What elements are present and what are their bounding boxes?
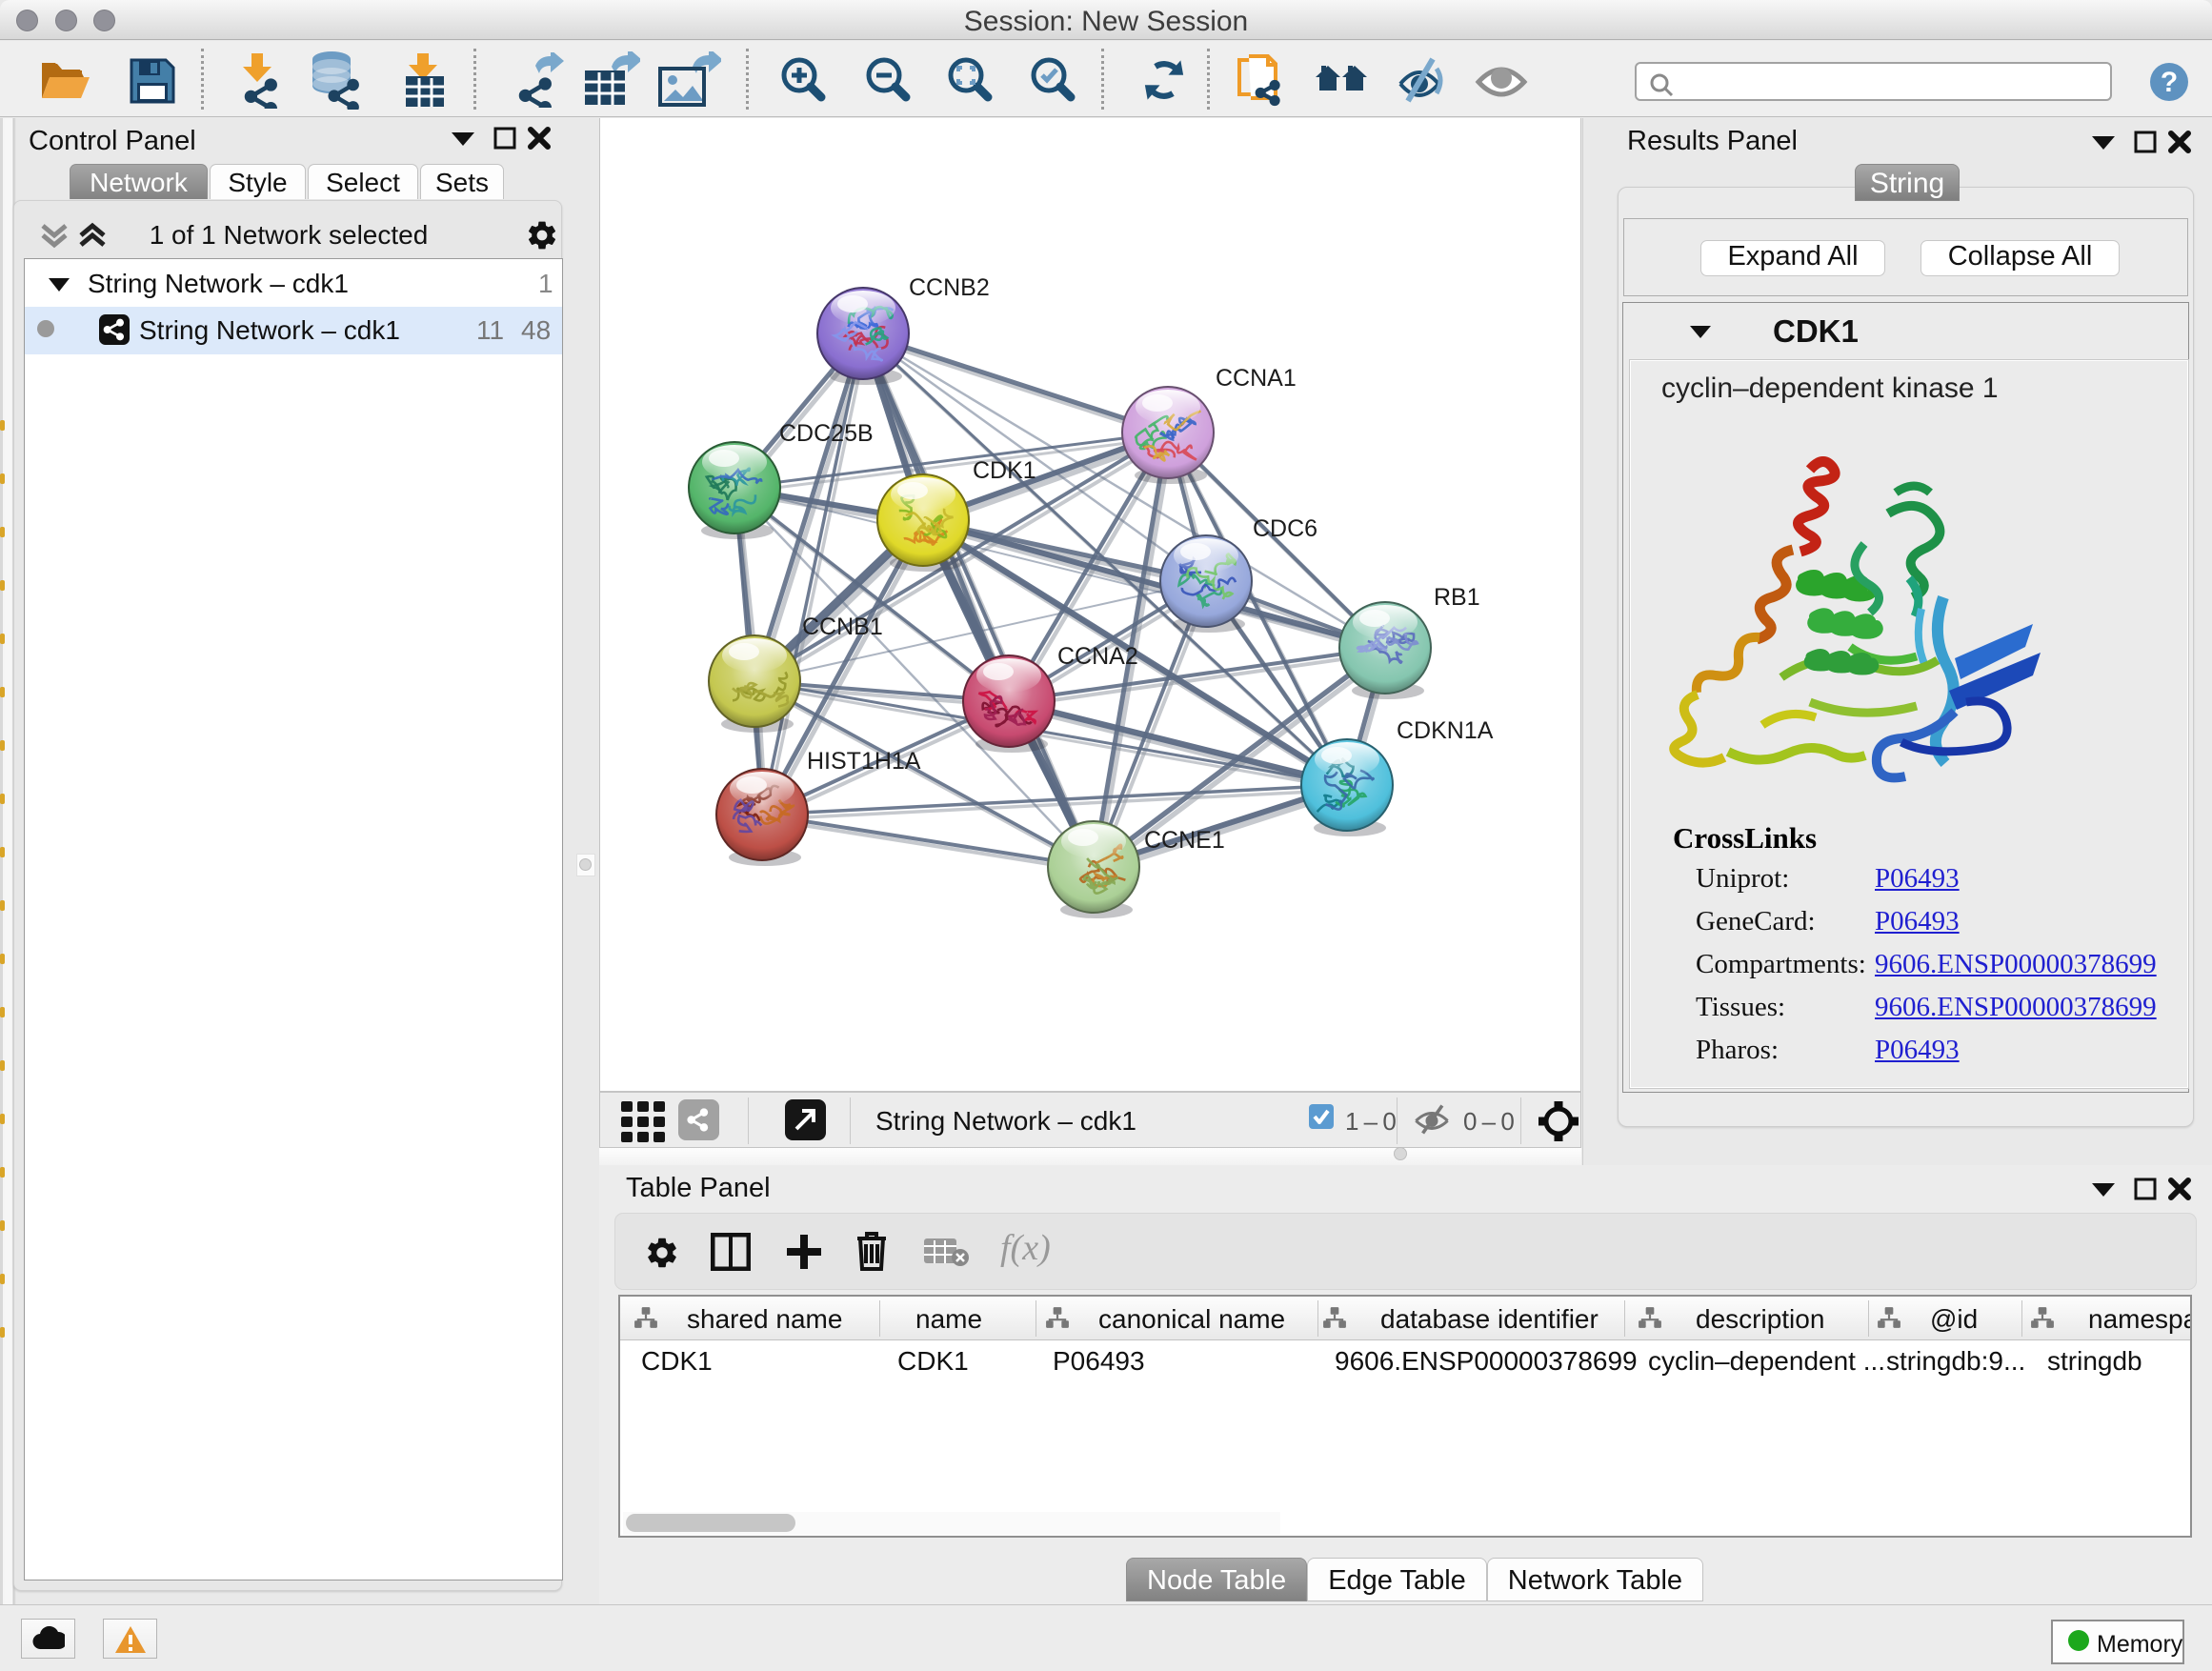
svg-text:CCNA1: CCNA1 <box>1216 365 1297 392</box>
svg-text:CDKN1A: CDKN1A <box>1397 717 1494 744</box>
svg-text:CCNB2: CCNB2 <box>909 274 990 301</box>
svg-text:CDC25B: CDC25B <box>779 420 874 447</box>
svg-text:CCNA2: CCNA2 <box>1057 643 1138 670</box>
svg-text:CDC6: CDC6 <box>1253 515 1317 542</box>
svg-text:RB1: RB1 <box>1434 584 1480 611</box>
svg-text:CCNE1: CCNE1 <box>1144 827 1225 854</box>
svg-text:CCNB1: CCNB1 <box>802 614 883 640</box>
svg-text:HIST1H1A: HIST1H1A <box>807 748 921 775</box>
svg-text:CDK1: CDK1 <box>973 457 1036 484</box>
svg-text:?: ? <box>2161 67 2178 98</box>
